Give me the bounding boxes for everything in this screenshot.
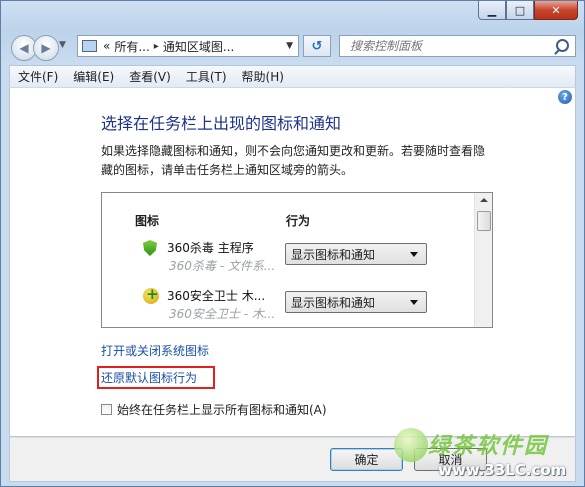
navigation-bar: ◀ ▶ ▼ « 所有... ▸ 通知区域图... ▼ ↺ bbox=[11, 34, 576, 61]
scroll-thumb[interactable] bbox=[477, 211, 491, 231]
toggle-system-icons-link[interactable]: 打开或关闭系统图标 bbox=[101, 342, 209, 359]
close-icon: ✕ bbox=[551, 3, 561, 17]
minimize-button[interactable]: ▁ bbox=[478, 1, 506, 20]
address-dropdown-icon[interactable]: ▼ bbox=[286, 41, 293, 51]
minimize-icon: ▁ bbox=[487, 3, 497, 17]
menu-help[interactable]: 帮助(H) bbox=[242, 68, 284, 85]
caption-buttons: ▁ □ ✕ bbox=[478, 1, 578, 20]
list-scrollbar[interactable] bbox=[474, 193, 492, 327]
maximize-button[interactable]: □ bbox=[506, 1, 534, 20]
breadcrumb-all[interactable]: 所有... bbox=[114, 38, 149, 55]
column-header-behavior: 行为 bbox=[286, 214, 311, 228]
behavior-select[interactable]: 显示图标和通知 bbox=[285, 243, 427, 265]
refresh-button[interactable]: ↺ bbox=[303, 35, 331, 57]
chevron-down-icon bbox=[410, 300, 418, 305]
behavior-select[interactable]: 显示图标和通知 bbox=[285, 291, 427, 313]
scroll-up-icon[interactable] bbox=[480, 198, 488, 202]
search-box[interactable] bbox=[339, 35, 576, 57]
app-name: 360杀毒 主程序 bbox=[167, 241, 254, 255]
restore-default-behavior-link[interactable]: 还原默认图标行为 bbox=[101, 369, 197, 386]
main-content: ? 选择在任务栏上出现的图标和通知 如果选择隐藏图标和通知，则不会向您通知更改和… bbox=[9, 87, 576, 437]
menu-file[interactable]: 文件(F) bbox=[18, 68, 58, 85]
menu-edit[interactable]: 编辑(E) bbox=[73, 68, 114, 85]
back-arrow-icon: ◀ bbox=[19, 41, 29, 55]
maximize-icon: □ bbox=[514, 3, 526, 17]
breadcrumb-notification-icons[interactable]: 通知区域图... bbox=[163, 38, 234, 55]
forward-button[interactable]: ▶ bbox=[33, 35, 59, 61]
address-prefix: « bbox=[103, 39, 111, 53]
page-title: 选择在任务栏上出现的图标和通知 bbox=[101, 114, 342, 133]
chevron-down-icon bbox=[410, 252, 418, 257]
cancel-button[interactable]: 取消 bbox=[414, 448, 487, 471]
360-antivirus-icon bbox=[143, 240, 157, 256]
column-header-icon: 图标 bbox=[135, 214, 160, 228]
control-panel-window: ▁ □ ✕ ◀ ▶ ▼ « 所有... ▸ 通知区域图... ▼ ↺ 文件(F)… bbox=[0, 0, 585, 487]
dialog-footer: 确定 取消 bbox=[9, 437, 576, 482]
close-button[interactable]: ✕ bbox=[534, 1, 578, 20]
breadcrumb-separator-icon[interactable]: ▸ bbox=[154, 41, 159, 52]
address-bar[interactable]: « 所有... ▸ 通知区域图... ▼ bbox=[77, 35, 299, 57]
page-description: 如果选择隐藏图标和通知，则不会向您通知更改和更新。若要随时查看隐藏的图标，请单击… bbox=[101, 144, 486, 177]
app-name: 360安全卫士 木... bbox=[167, 289, 266, 303]
menu-view[interactable]: 查看(V) bbox=[129, 68, 171, 85]
list-item: 360杀毒 主程序 360杀毒 - 文件系... 显示图标和通知 bbox=[102, 236, 472, 280]
always-show-label: 始终在任务栏上显示所有图标和通知(A) bbox=[117, 403, 327, 417]
refresh-icon: ↺ bbox=[311, 38, 323, 54]
menu-bar: 文件(F) 编辑(E) 查看(V) 工具(T) 帮助(H) bbox=[9, 65, 576, 87]
recent-pages-dropdown-icon[interactable]: ▼ bbox=[59, 40, 66, 50]
app-description: 360杀毒 - 文件系... bbox=[169, 259, 276, 273]
menu-tools[interactable]: 工具(T) bbox=[186, 68, 227, 85]
ok-button[interactable]: 确定 bbox=[330, 448, 403, 471]
help-icon[interactable]: ? bbox=[558, 90, 572, 104]
behavior-select-value: 显示图标和通知 bbox=[291, 295, 376, 310]
search-input[interactable] bbox=[348, 38, 552, 54]
always-show-checkbox[interactable] bbox=[101, 404, 112, 415]
notification-icons-list[interactable]: 图标 行为 360杀毒 主程序 360杀毒 - 文件系... 显示图标和通知 3… bbox=[101, 192, 493, 328]
forward-arrow-icon: ▶ bbox=[41, 41, 51, 55]
behavior-select-value: 显示图标和通知 bbox=[291, 247, 376, 262]
computer-icon bbox=[82, 40, 97, 52]
list-item: 360安全卫士 木... 360安全卫士 - 木... 显示图标和通知 bbox=[102, 284, 472, 327]
search-icon[interactable] bbox=[556, 39, 569, 52]
360-safeguard-icon bbox=[143, 285, 159, 304]
app-description: 360安全卫士 - 木... bbox=[169, 307, 276, 321]
always-show-option[interactable]: 始终在任务栏上显示所有图标和通知(A) bbox=[101, 401, 327, 418]
